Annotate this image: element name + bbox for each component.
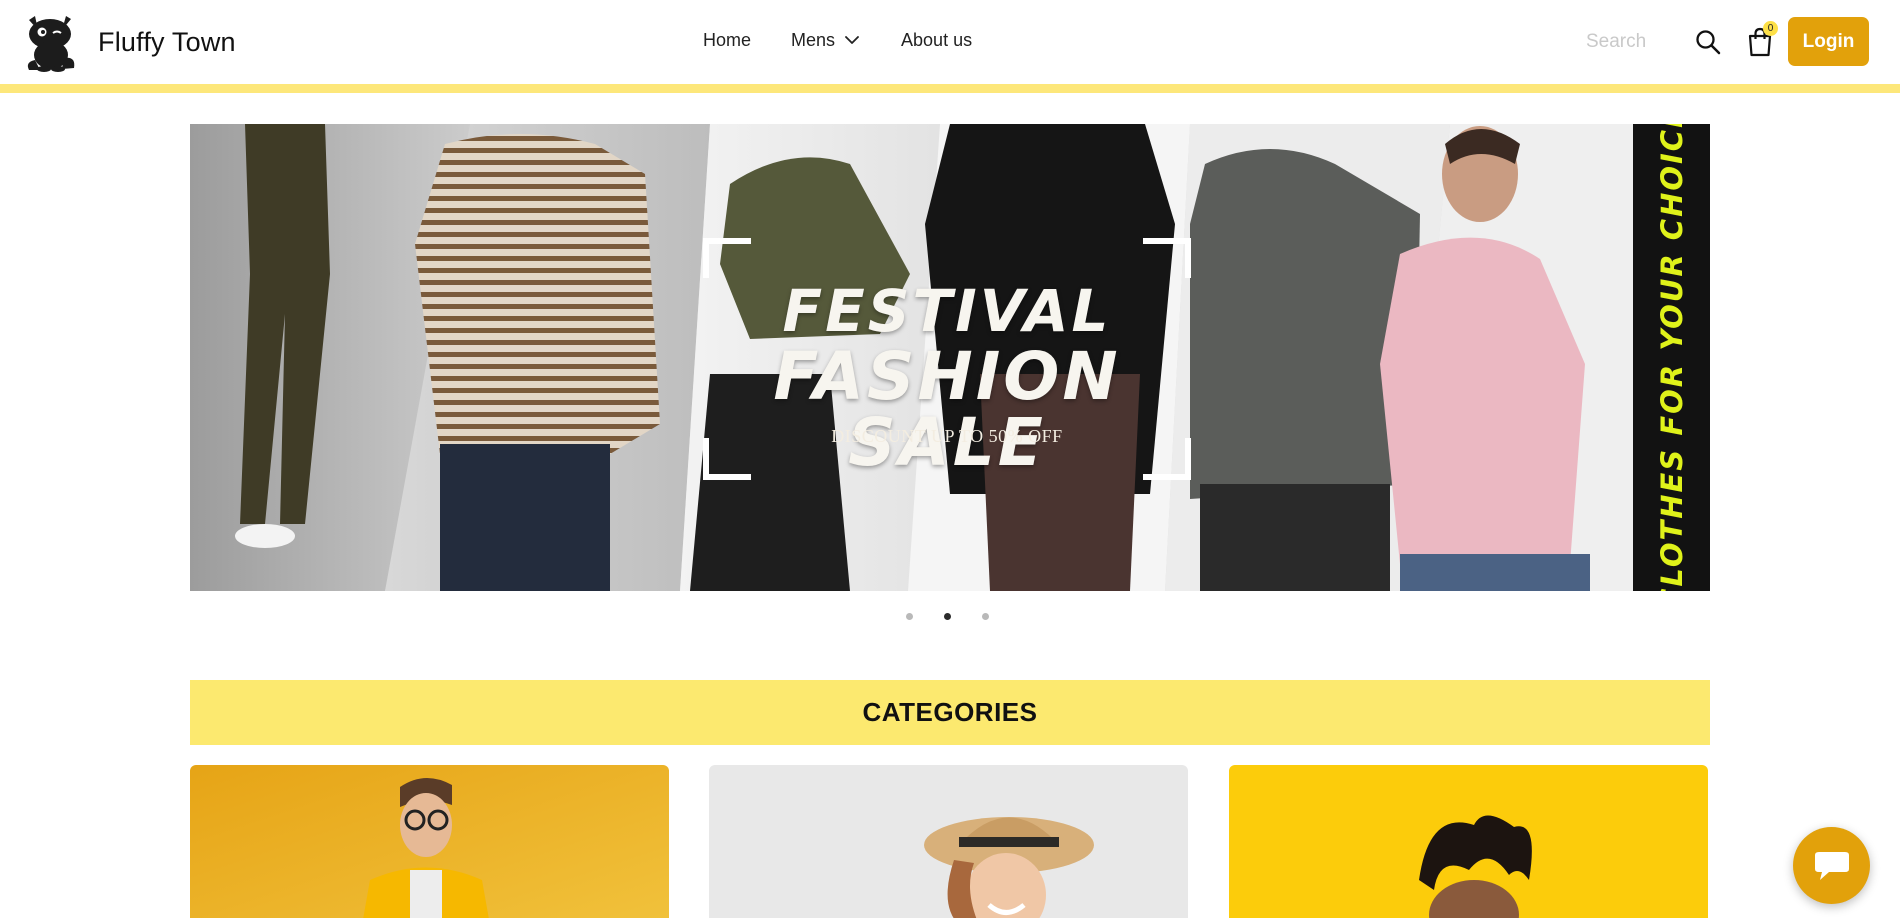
carousel-dots (906, 613, 989, 620)
site-header: Fluffy Town Home Mens About us 0 Login (0, 0, 1900, 84)
category-card[interactable] (709, 765, 1188, 918)
categories-title: CATEGORIES (862, 697, 1038, 727)
brand[interactable]: Fluffy Town (20, 12, 236, 72)
hero-side-text: “CLOTHES FOR YOUR CHOICE” (1654, 124, 1689, 591)
cat-logo-icon (27, 16, 75, 72)
chevron-down-icon (845, 36, 859, 44)
cart-count-badge: 0 (1763, 21, 1778, 36)
main-nav: Home Mens About us (703, 30, 972, 51)
search-input[interactable] (1586, 26, 1696, 58)
hero-title-line2: FASHION SALE (773, 338, 1121, 481)
category-card[interactable] (1229, 765, 1708, 918)
category-image (190, 765, 669, 918)
hero-subtitle: DISCOUNT UP TO 50% OFF (831, 426, 1063, 446)
login-button[interactable]: Login (1788, 17, 1869, 66)
hero-banner[interactable]: FESTIVAL FASHION SALE DISCOUNT UP TO 50%… (190, 124, 1710, 591)
carousel-dot-active[interactable] (944, 613, 951, 620)
category-image (1229, 765, 1708, 918)
categories-header: CATEGORIES (190, 680, 1710, 745)
carousel-dot[interactable] (906, 613, 913, 620)
carousel-dot[interactable] (982, 613, 989, 620)
nav-home[interactable]: Home (703, 30, 751, 51)
search-icon[interactable] (1695, 29, 1721, 55)
nav-mens-dropdown[interactable]: Mens (791, 30, 859, 51)
brand-name: Fluffy Town (98, 26, 236, 57)
chat-button[interactable] (1793, 827, 1870, 904)
hero-side-banner: “CLOTHES FOR YOUR CHOICE” (1633, 124, 1710, 591)
category-image (709, 765, 1188, 918)
hero-title-line1: FESTIVAL (782, 277, 1112, 345)
header-divider (0, 84, 1900, 93)
nav-about[interactable]: About us (901, 30, 972, 51)
category-card[interactable] (190, 765, 669, 918)
chat-icon (1814, 851, 1849, 880)
nav-mens-label: Mens (791, 30, 836, 50)
